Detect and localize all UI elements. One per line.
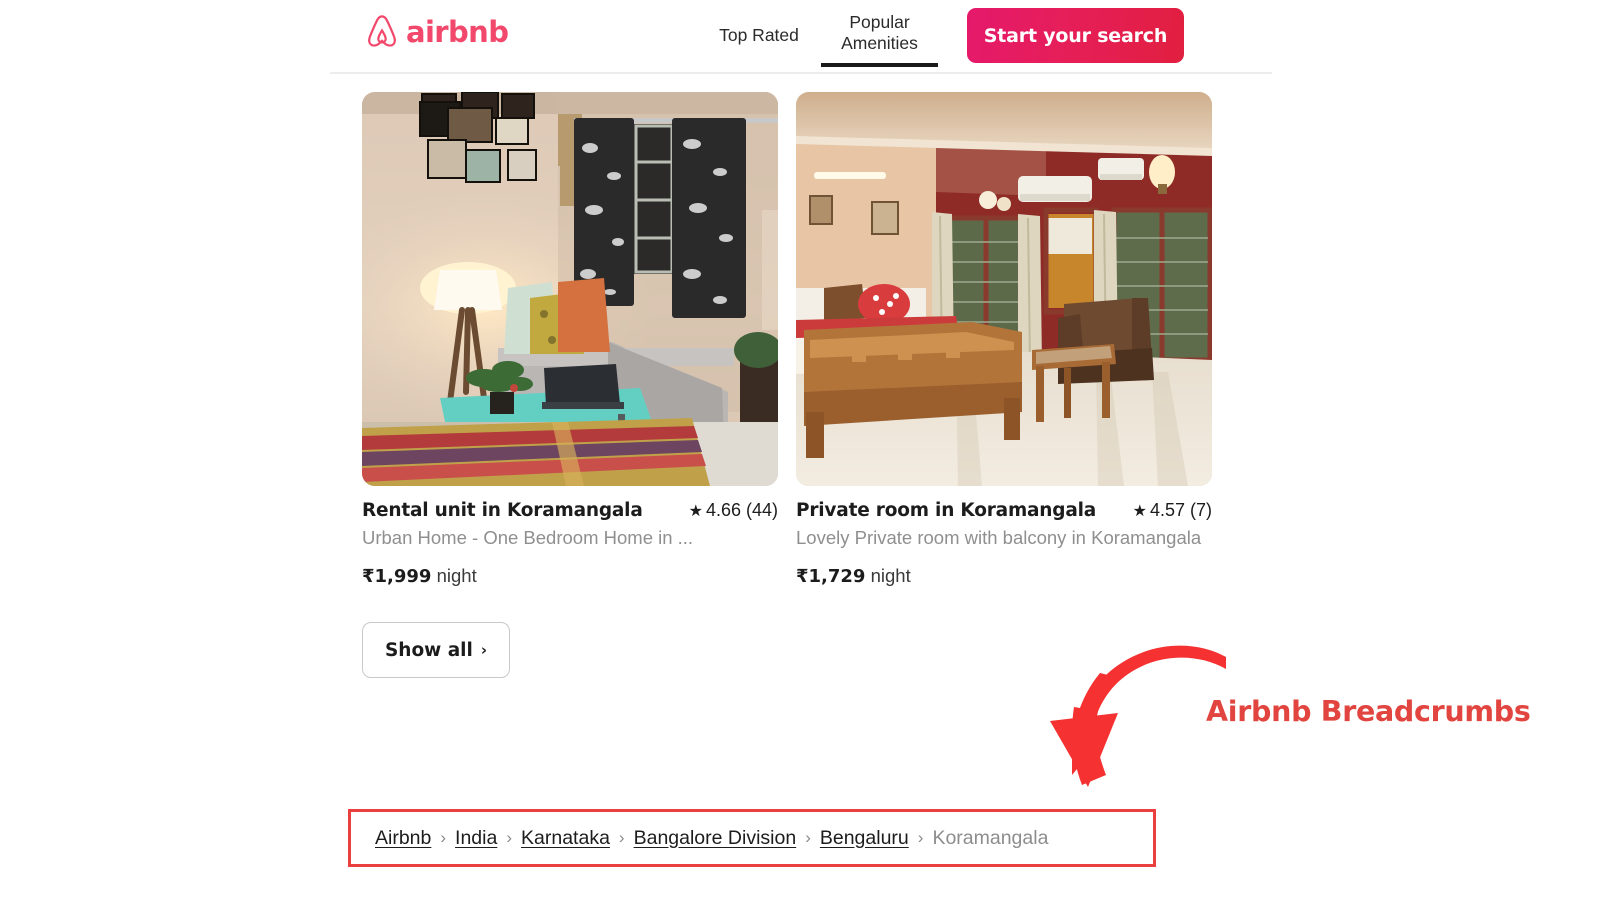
listing-price: ₹1,999 night <box>362 565 778 587</box>
breadcrumb-highlight-box: Airbnb › India › Karnataka › Bangalore D… <box>348 809 1156 867</box>
breadcrumb-item-bengaluru[interactable]: Bengaluru <box>820 827 909 850</box>
listing-price-unit: night <box>870 565 911 586</box>
breadcrumb-item-bangalore-division[interactable]: Bangalore Division <box>634 827 797 850</box>
breadcrumb-item-karnataka[interactable]: Karnataka <box>521 827 610 850</box>
star-icon: ★ <box>1132 503 1147 520</box>
annotation-label: Airbnb Breadcrumbs <box>1206 695 1531 728</box>
breadcrumb: Airbnb › India › Karnataka › Bangalore D… <box>375 827 1048 850</box>
start-your-search-button[interactable]: Start your search <box>967 8 1184 63</box>
listing-rating: ★ 4.57 (7) <box>1133 500 1212 521</box>
listing-price-amount: ₹1,999 <box>362 566 432 587</box>
airbnb-page: airbnb Top Rated Popular Amenities Start… <box>0 0 1600 900</box>
show-all-button[interactable]: Show all › <box>362 622 510 678</box>
listing-rating-value: 4.66 (44) <box>705 500 778 520</box>
breadcrumb-item-airbnb[interactable]: Airbnb <box>375 827 431 850</box>
breadcrumb-separator: › <box>917 828 924 847</box>
listing-subtitle: Urban Home - One Bedroom Home in ... <box>362 527 694 548</box>
breadcrumb-separator: › <box>618 828 625 847</box>
listing-rating: ★ 4.66 (44) <box>689 500 778 521</box>
show-all-label: Show all <box>384 639 473 661</box>
listing-title: Private room in Koramangala <box>796 500 1097 521</box>
airbnb-belo-icon <box>365 14 399 50</box>
listing-card[interactable]: Rental unit in Koramangala ★ 4.66 (44) Ur… <box>362 92 778 587</box>
airbnb-logo[interactable]: airbnb <box>365 14 509 50</box>
breadcrumb-item-koramangala: Koramangala <box>932 826 1049 849</box>
bedroom-photo[interactable] <box>796 92 1212 486</box>
tab-popular-amenities-line1: Popular <box>849 12 910 32</box>
listing-title: Rental unit in Koramangala <box>362 500 643 521</box>
listing-title-row: Private room in Koramangala ★ 4.57 (7) <box>796 500 1212 521</box>
airbnb-wordmark: airbnb <box>406 14 509 49</box>
tab-popular-amenities-line2: Amenities <box>841 33 918 54</box>
listing-price: ₹1,729 night <box>796 565 1212 587</box>
listing-rating-value: 4.57 (7) <box>1149 500 1212 520</box>
listing-price-amount: ₹1,729 <box>796 566 866 587</box>
living-room-photo[interactable] <box>362 92 778 486</box>
breadcrumb-separator: › <box>440 828 447 847</box>
listing-title-row: Rental unit in Koramangala ★ 4.66 (44) <box>362 500 778 521</box>
breadcrumb-item-india[interactable]: India <box>455 827 497 850</box>
active-tab-underline <box>821 62 938 67</box>
breadcrumb-separator: › <box>506 828 513 847</box>
chevron-right-icon: › <box>480 641 488 659</box>
tab-popular-amenities[interactable]: Popular Amenities <box>821 12 938 67</box>
listing-card[interactable]: Private room in Koramangala ★ 4.57 (7) Lo… <box>796 92 1212 587</box>
site-header: airbnb Top Rated Popular Amenities Start… <box>330 0 1272 74</box>
tab-top-rated-label: Top Rated <box>719 25 799 45</box>
star-icon: ★ <box>688 503 703 520</box>
tab-top-rated[interactable]: Top Rated <box>704 25 814 46</box>
listing-price-unit: night <box>436 565 477 586</box>
breadcrumb-separator: › <box>805 828 811 847</box>
listing-subtitle: Lovely Private room with balcony in Kora… <box>796 527 1202 548</box>
